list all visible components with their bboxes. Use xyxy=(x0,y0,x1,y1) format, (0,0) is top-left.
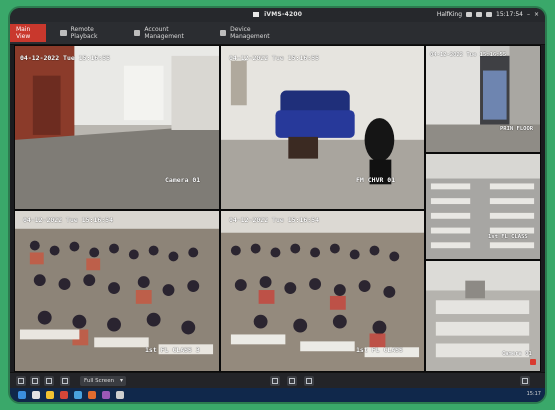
camera-label: Camera 01 xyxy=(502,351,532,357)
start-icon[interactable] xyxy=(18,391,26,399)
corridor-view xyxy=(15,46,219,209)
monitor-frame: iVMS-4200 HalfKing 15:17:54 – × Main Vie… xyxy=(10,8,545,402)
camera-timestamp: 04-12-2022 Tue 15:16:55 xyxy=(430,52,507,58)
tab-label: Remote Playback xyxy=(70,26,98,40)
camera-timestamp: 04-12-2022 Tue 15:16:54 xyxy=(23,216,114,224)
device-icon xyxy=(220,30,227,36)
app-icon[interactable] xyxy=(102,391,110,399)
camera-timestamp: 04-12-2022 Tue 15:16:54 xyxy=(229,216,320,224)
tab-account-management[interactable]: Account Management xyxy=(128,24,210,42)
play-icon[interactable] xyxy=(287,376,297,386)
live-view-toolbar: Full Screen xyxy=(10,372,545,389)
app-icon[interactable] xyxy=(74,391,82,399)
camera-tile-5[interactable]: 04-12-2022 Tue 15:16:54 1st FL CLASS 3 xyxy=(14,210,220,372)
minimize-icon[interactable]: – xyxy=(527,11,530,18)
playback-icon xyxy=(60,30,67,36)
layout-icon[interactable] xyxy=(16,376,26,386)
camera-tile-4[interactable]: 1st FL CLASS xyxy=(425,153,541,260)
stop-all-icon[interactable] xyxy=(44,376,54,386)
camera-label: Camera 01 xyxy=(165,176,201,184)
browser-icon[interactable] xyxy=(60,391,68,399)
settings-icon[interactable] xyxy=(476,12,483,17)
title-clock: 15:17:54 xyxy=(496,11,523,18)
office-view xyxy=(221,46,424,209)
camera-label: 1st FL CLASS xyxy=(488,234,528,240)
close-icon[interactable]: × xyxy=(534,11,539,18)
camera-grid: 04-12-2022 Tue 15:16:55 Camera 01 04-12-… xyxy=(14,45,541,372)
camera-timestamp: 04-12-2022 Tue 15:16:55 xyxy=(20,54,111,62)
window-title: iVMS-4200 xyxy=(264,11,303,18)
camera-tile-7[interactable]: Camera 01 xyxy=(425,260,541,372)
next-page-icon[interactable] xyxy=(304,376,314,386)
camera-label: 1st FL CLASS xyxy=(356,346,403,354)
menu-bar: Main View Remote Playback Account Manage… xyxy=(10,22,545,45)
tab-label: Device Management xyxy=(230,26,270,40)
app-icon[interactable] xyxy=(88,391,96,399)
taskbar-clock: 15:17 xyxy=(526,391,541,397)
tab-remote-playback[interactable]: Remote Playback xyxy=(54,24,126,42)
monitor-icon[interactable] xyxy=(486,12,493,17)
camera-timestamp: 04-12-2022 Tue 15:16:55 xyxy=(229,54,320,62)
camera-label: 1st FL CLASS 3 xyxy=(145,346,200,354)
ivms-taskbar-icon[interactable] xyxy=(116,391,124,399)
search-icon[interactable] xyxy=(32,391,40,399)
capture-icon[interactable] xyxy=(30,376,40,386)
camera-label: FM CHVR 01 xyxy=(356,176,396,184)
camera-label: PRIN FLOOR xyxy=(500,126,534,132)
camera-tile-2[interactable]: 04-12-2022 Tue 15:16:55 FM CHVR 01 xyxy=(220,45,425,210)
hallway-view xyxy=(426,46,540,152)
tab-label: Main View xyxy=(16,26,31,40)
tab-main-view[interactable]: Main View xyxy=(10,24,46,42)
volume-icon[interactable] xyxy=(60,376,70,386)
app-logo-icon xyxy=(252,12,259,17)
account-icon xyxy=(134,30,141,36)
fullscreen-icon[interactable] xyxy=(520,376,530,386)
record-indicator-icon xyxy=(530,359,536,365)
empty-classroom-view xyxy=(426,154,540,259)
title-bar: iVMS-4200 HalfKing 15:17:54 – × xyxy=(10,8,545,22)
camera-tile-1[interactable]: 04-12-2022 Tue 15:16:55 Camera 01 xyxy=(14,45,220,210)
lock-icon[interactable] xyxy=(466,12,473,17)
camera-tile-6[interactable]: 04-12-2022 Tue 15:16:54 1st FL CLASS xyxy=(220,210,425,372)
user-name: HalfKing xyxy=(436,11,463,18)
tab-label: Account Management xyxy=(144,26,184,40)
tab-device-management[interactable]: Device Management xyxy=(214,24,290,42)
camera-tile-3[interactable]: 04-12-2022 Tue 15:16:55 PRIN FLOOR xyxy=(425,45,541,153)
os-taskbar: 15:17 xyxy=(10,388,545,402)
folder-icon[interactable] xyxy=(46,391,54,399)
screen-mode-select[interactable]: Full Screen xyxy=(80,376,126,386)
previous-page-icon[interactable] xyxy=(270,376,280,386)
